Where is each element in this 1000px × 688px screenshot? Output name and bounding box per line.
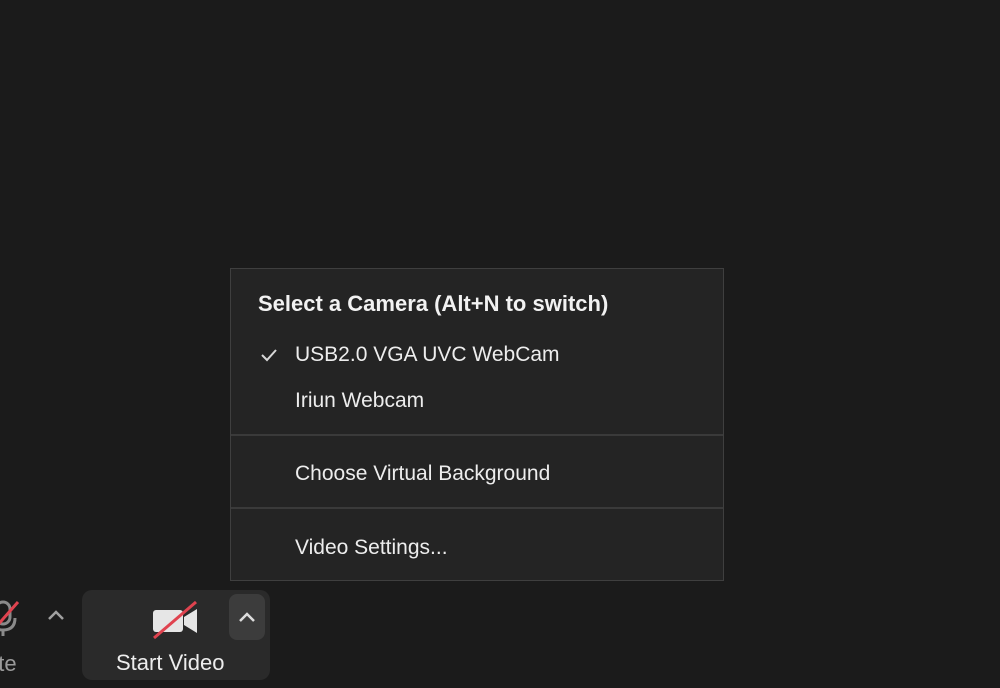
menu-divider (231, 507, 723, 509)
video-settings-item[interactable]: Video Settings... (231, 528, 723, 568)
camera-menu: Select a Camera (Alt+N to switch) USB2.0… (230, 268, 724, 581)
menu-divider (231, 434, 723, 436)
checkmark-icon (261, 349, 277, 362)
menu-item-label: Choose Virtual Background (295, 462, 551, 485)
mute-button[interactable]: ute (0, 588, 80, 688)
chevron-up-icon[interactable] (46, 608, 66, 622)
camera-option-iriun-webcam[interactable]: Iriun Webcam (231, 381, 723, 421)
video-options-button[interactable] (229, 594, 265, 640)
video-camera-off-icon (153, 600, 197, 640)
camera-option-label: Iriun Webcam (295, 389, 425, 412)
start-video-label: Start Video (116, 650, 225, 675)
camera-option-label: USB2.0 VGA UVC WebCam (295, 343, 560, 366)
menu-item-label: Video Settings... (295, 536, 448, 559)
start-video-button[interactable]: Start Video (82, 590, 270, 680)
camera-option-usb-webcam[interactable]: USB2.0 VGA UVC WebCam (231, 335, 723, 375)
meeting-toolbar: ute Start Video (0, 588, 1000, 688)
microphone-off-icon (0, 600, 20, 636)
mute-label: ute (0, 651, 17, 676)
menu-header: Select a Camera (Alt+N to switch) (258, 291, 609, 316)
chevron-up-icon (239, 612, 255, 622)
choose-virtual-background-item[interactable]: Choose Virtual Background (231, 454, 723, 494)
